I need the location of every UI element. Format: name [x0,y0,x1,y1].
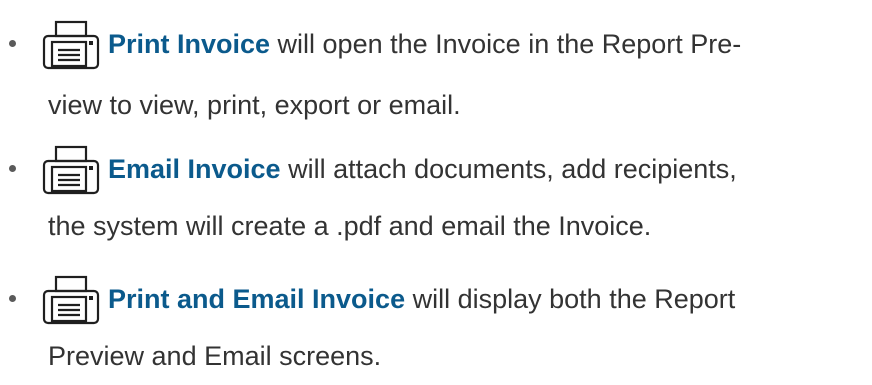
bullet-point [9,40,16,47]
print-invoice-action: Print Invoice [108,29,271,59]
print-and-email-invoice-action: Print and Email Invoice [108,284,406,314]
item-description: will open the Invoice in the Report Pre- [270,29,742,59]
printer-icon [42,20,100,70]
item-text-line-1: Print Invoice will open the Invoice in t… [108,27,741,61]
item-text-line-2: Preview and Email screens. [48,341,382,371]
bullet-point [9,295,16,302]
item-text-line-2: view to view, print, export or email. [48,90,461,120]
item-text-line-1: Print and Email Invoice will display bot… [108,282,735,316]
printer-icon [42,275,100,325]
email-invoice-action: Email Invoice [108,154,281,184]
item-text-line-1: Email Invoice will attach documents, add… [108,152,737,186]
item-description: will attach documents, add recipients, [280,154,737,184]
printer-icon [42,145,100,195]
bullet-point [9,165,16,172]
item-text-line-2: the system will create a .pdf and email … [48,211,652,241]
item-description: will display both the Report [405,284,736,314]
invoice-options-list: Print Invoice will open the Invoice in t… [0,0,872,385]
